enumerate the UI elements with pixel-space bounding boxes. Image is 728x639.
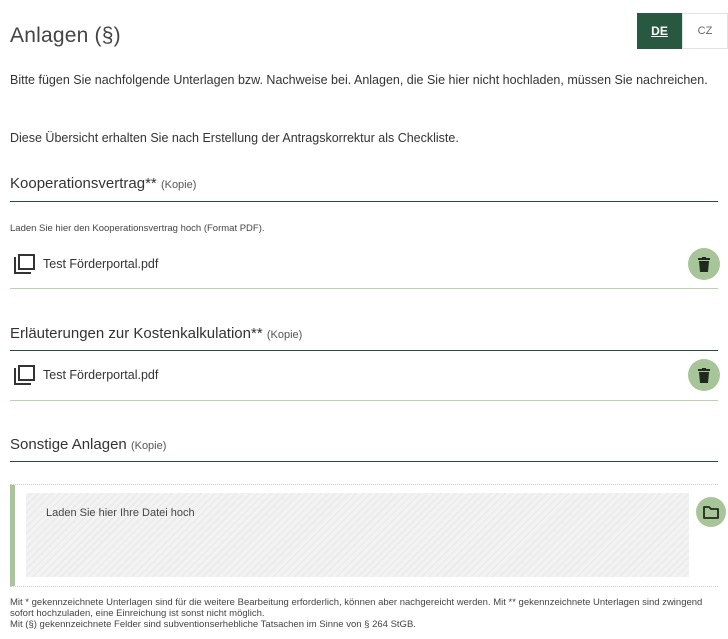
file-copy-icon <box>14 254 35 274</box>
language-cz-label: CZ <box>697 25 713 37</box>
section-title-text: Erläuterungen zur Kostenkalkulation** <box>10 325 263 342</box>
trash-icon <box>698 367 710 383</box>
file-name[interactable]: Test Förderportal.pdf <box>43 368 158 382</box>
section-divider <box>10 201 718 202</box>
file-row: Test Förderportal.pdf <box>10 248 720 280</box>
language-cz-button[interactable]: CZ <box>682 13 728 49</box>
section-title-suffix: (Kopie) <box>160 179 197 191</box>
section-title-kooperationsvertrag: Kooperationsvertrag** (Kopie) <box>10 175 196 192</box>
section-title-sonstige-anlagen: Sonstige Anlagen (Kopie) <box>10 436 166 453</box>
upload-hint: Laden Sie hier den Kooperationsvertrag h… <box>10 223 265 234</box>
section-title-text: Sonstige Anlagen <box>10 436 127 453</box>
upload-area: Laden Sie hier Ihre Datei hoch <box>10 484 726 587</box>
upload-accent-bar <box>10 485 15 586</box>
upload-file-button[interactable] <box>696 497 726 527</box>
footnote-required: Mit * gekennzeichnete Unterlagen sind fü… <box>10 597 703 619</box>
file-copy-icon <box>14 365 35 385</box>
checklist-note: Diese Übersicht erhalten Sie nach Erstel… <box>10 131 459 145</box>
delete-file-button[interactable] <box>688 248 720 280</box>
section-title-text: Kooperationsvertrag** <box>10 175 157 192</box>
language-de-label: DE <box>651 24 668 38</box>
page-title: Anlagen (§) <box>10 24 121 47</box>
delete-file-button[interactable] <box>688 359 720 391</box>
section-title-kostenkalkulation: Erläuterungen zur Kostenkalkulation** (K… <box>10 325 302 342</box>
intro-text: Bitte fügen Sie nachfolgende Unterlagen … <box>10 73 708 87</box>
row-divider <box>10 288 718 289</box>
language-de-button[interactable]: DE <box>637 13 682 49</box>
row-divider <box>10 400 718 401</box>
section-divider <box>10 461 718 462</box>
section-divider <box>10 350 718 351</box>
file-name[interactable]: Test Förderportal.pdf <box>43 257 158 271</box>
trash-icon <box>698 256 710 272</box>
folder-icon <box>703 505 719 519</box>
file-row: Test Förderportal.pdf <box>10 359 720 391</box>
upload-label: Laden Sie hier Ihre Datei hoch <box>46 507 195 519</box>
footnote-legal: Mit (§) gekennzeichnete Felder sind subv… <box>10 619 416 630</box>
section-title-suffix: (Kopie) <box>266 329 303 341</box>
file-drop-zone[interactable]: Laden Sie hier Ihre Datei hoch <box>26 493 689 577</box>
section-title-suffix: (Kopie) <box>130 440 167 452</box>
